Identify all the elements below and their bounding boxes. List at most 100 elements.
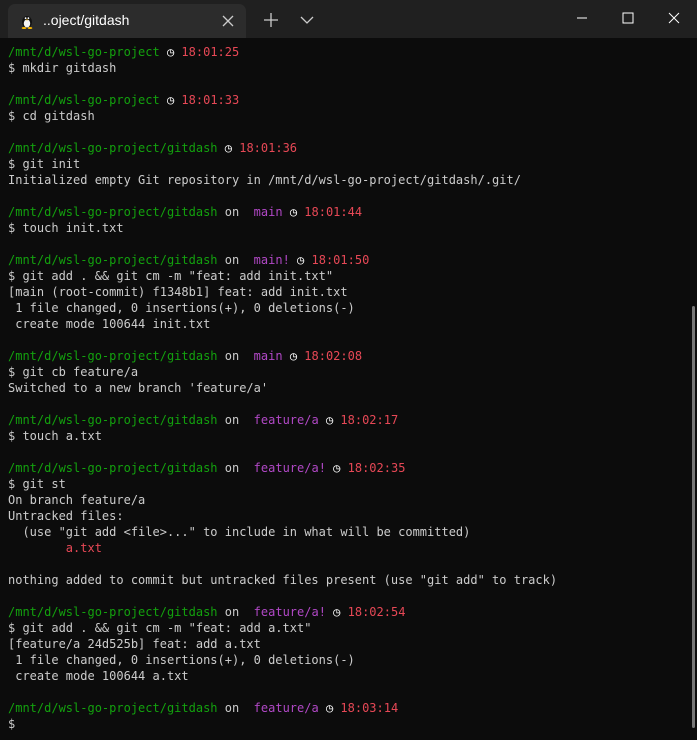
prompt-on-label: on (224, 605, 240, 619)
prompt-path: /mnt/d/wsl-go-project/gitdash (8, 461, 218, 475)
output-line: nothing added to commit but untracked fi… (8, 572, 557, 588)
output-text: On branch feature/a (8, 493, 146, 507)
minimize-button[interactable] (559, 0, 605, 36)
output-text: create mode 100644 a.txt (8, 669, 189, 683)
clock-icon: ◷ (289, 349, 298, 363)
output-text: [main (root-commit) f1348b1] feat: add i… (8, 285, 348, 299)
prompt-on-label: on (224, 205, 240, 219)
prompt-branch: feature/a! (253, 461, 326, 475)
close-icon (668, 12, 680, 24)
prompt-path: /mnt/d/wsl-go-project/gitdash (8, 349, 218, 363)
output-text: 1 file changed, 0 insertions(+), 0 delet… (8, 301, 355, 315)
clock-icon: ◷ (289, 205, 298, 219)
prompt-on-label: on (224, 413, 240, 427)
new-tab-icon[interactable] (260, 9, 282, 31)
output-line: [main (root-commit) f1348b1] feat: add i… (8, 284, 557, 300)
output-text: Untracked files: (8, 509, 124, 523)
terminal-output[interactable]: /mnt/d/wsl-go-project ◷ 18:01:25 $ mkdir … (0, 38, 688, 740)
output-line: Initialized empty Git repository in /mnt… (8, 172, 557, 188)
prompt-branch: main (253, 349, 283, 363)
output-line: On branch feature/a (8, 492, 557, 508)
terminal-window: ..oject/gitdash /mnt/d/wsl-go-project ◷ … (0, 0, 697, 740)
output-text: (use "git add <file>..." to include in w… (8, 525, 471, 539)
output-line: a.txt (8, 540, 557, 556)
command-text: $ (8, 717, 23, 731)
prompt-path: /mnt/d/wsl-go-project/gitdash (8, 701, 218, 715)
output-line: Switched to a new branch 'feature/a' (8, 380, 557, 396)
output-text: create mode 100644 init.txt (8, 317, 211, 331)
prompt-line: /mnt/d/wsl-go-project/gitdash on feature… (8, 460, 557, 476)
maximize-button[interactable] (605, 0, 651, 36)
command-text: $ touch init.txt (8, 221, 124, 235)
linux-penguin-icon (21, 16, 33, 29)
prompt-time: 18:01:33 (181, 93, 240, 107)
command-text: $ git st (8, 477, 66, 491)
prompt-branch: feature/a (253, 701, 319, 715)
output-line: 1 file changed, 0 insertions(+), 0 delet… (8, 652, 557, 668)
output-text: Switched to a new branch 'feature/a' (8, 381, 269, 395)
clock-icon: ◷ (333, 605, 341, 619)
output-text: nothing added to commit but untracked fi… (8, 573, 558, 587)
clock-icon: ◷ (297, 253, 305, 267)
maximize-icon (622, 12, 634, 24)
prompt-line: /mnt/d/wsl-go-project/gitdash on feature… (8, 412, 557, 428)
command-line: $ touch a.txt (8, 428, 557, 444)
command-line: $ git cb feature/a (8, 364, 557, 380)
clock-icon: ◷ (224, 141, 232, 155)
prompt-branch: feature/a (253, 413, 319, 427)
prompt-time: 18:01:50 (311, 253, 370, 267)
command-line: $ mkdir gitdash (8, 60, 557, 76)
prompt-line: /mnt/d/wsl-go-project/gitdash on feature… (8, 604, 557, 620)
prompt-time: 18:03:14 (340, 701, 399, 715)
prompt-time: 18:02:17 (340, 413, 399, 427)
command-text: $ git cb feature/a (8, 365, 139, 379)
prompt-path: /mnt/d/wsl-go-project/gitdash (8, 205, 218, 219)
command-line: $ git add . && git cm -m "feat: add init… (8, 268, 557, 284)
command-text: $ touch a.txt (8, 429, 102, 443)
prompt-path: /mnt/d/wsl-go-project/gitdash (8, 141, 218, 155)
clock-icon: ◷ (325, 413, 334, 427)
prompt-time: 18:01:36 (239, 141, 298, 155)
prompt-branch: main (253, 205, 283, 219)
prompt-time: 18:02:35 (347, 461, 406, 475)
command-text: $ git init (8, 157, 81, 171)
output-line: create mode 100644 init.txt (8, 316, 557, 332)
clock-icon: ◷ (333, 461, 341, 475)
command-text: $ cd gitdash (8, 109, 95, 123)
command-text: $ mkdir gitdash (8, 61, 117, 75)
title-bar[interactable]: ..oject/gitdash (0, 0, 697, 38)
prompt-branch: feature/a! (253, 605, 326, 619)
output-line: Untracked files: (8, 508, 557, 524)
command-line: $ git add . && git cm -m "feat: add a.tx… (8, 620, 557, 636)
command-line: $ touch init.txt (8, 220, 557, 236)
close-window-button[interactable] (651, 0, 697, 36)
scrollbar-thumb[interactable] (692, 306, 695, 728)
output-line: 1 file changed, 0 insertions(+), 0 delet… (8, 300, 557, 316)
prompt-time: 18:02:08 (304, 349, 363, 363)
clock-icon: ◷ (166, 45, 175, 59)
command-line: $ git init (8, 156, 557, 172)
chevron-down-icon[interactable] (296, 9, 318, 31)
close-tab-icon[interactable] (220, 13, 236, 29)
clock-icon: ◷ (325, 701, 334, 715)
prompt-on-label: on (224, 253, 240, 267)
output-text: a.txt (8, 541, 102, 555)
prompt-path: /mnt/d/wsl-go-project/gitdash (8, 605, 218, 619)
prompt-path: /mnt/d/wsl-go-project (8, 93, 160, 107)
output-line: (use "git add <file>..." to include in w… (8, 524, 557, 540)
clock-icon: ◷ (166, 93, 175, 107)
tab-active[interactable]: ..oject/gitdash (8, 4, 246, 38)
prompt-line: /mnt/d/wsl-go-project ◷ 18:01:25 (8, 44, 557, 60)
command-line: $ (8, 716, 557, 732)
output-line: [feature/a 24d525b] feat: add a.txt (8, 636, 557, 652)
prompt-time: 18:01:44 (304, 205, 363, 219)
prompt-path: /mnt/d/wsl-go-project/gitdash (8, 413, 218, 427)
terminal-lines: /mnt/d/wsl-go-project ◷ 18:01:25 $ mkdir … (8, 44, 557, 732)
